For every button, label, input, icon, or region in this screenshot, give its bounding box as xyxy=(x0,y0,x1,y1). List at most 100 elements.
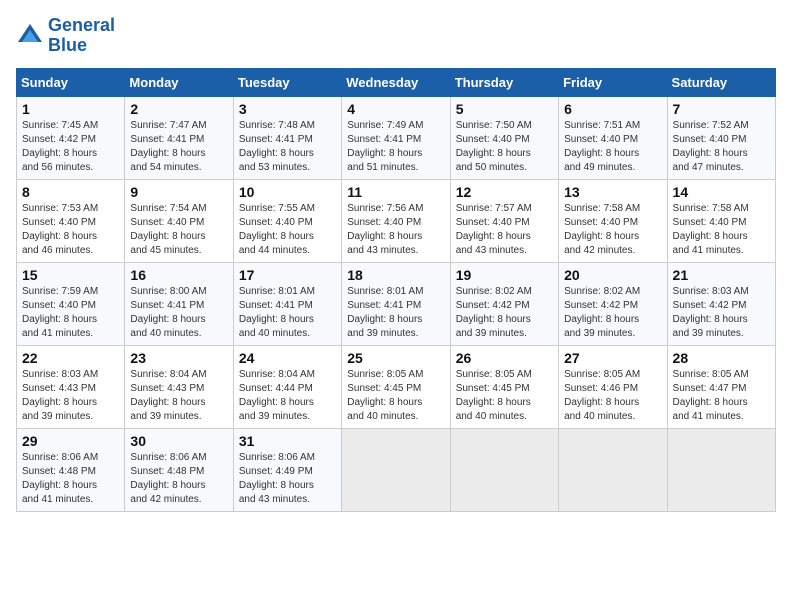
day-info: Sunrise: 8:05 AMSunset: 4:46 PMDaylight:… xyxy=(564,368,661,424)
weekday-header-thursday: Thursday xyxy=(450,68,558,96)
weekday-header-row: SundayMondayTuesdayWednesdayThursdayFrid… xyxy=(17,68,776,96)
weekday-header-friday: Friday xyxy=(559,68,667,96)
calendar-week-1: 8 Sunrise: 7:53 AMSunset: 4:40 PMDaylight… xyxy=(17,179,776,262)
day-number: 4 xyxy=(347,101,444,117)
day-number: 31 xyxy=(239,433,336,449)
day-info: Sunrise: 8:03 AMSunset: 4:42 PMDaylight:… xyxy=(673,285,770,341)
day-info: Sunrise: 8:01 AMSunset: 4:41 PMDaylight:… xyxy=(347,285,444,341)
day-number: 15 xyxy=(22,267,119,283)
day-info: Sunrise: 7:49 AMSunset: 4:41 PMDaylight:… xyxy=(347,119,444,175)
day-info: Sunrise: 8:01 AMSunset: 4:41 PMDaylight:… xyxy=(239,285,336,341)
day-number: 16 xyxy=(130,267,227,283)
day-info: Sunrise: 8:05 AMSunset: 4:47 PMDaylight:… xyxy=(673,368,770,424)
calendar-cell-empty xyxy=(559,428,667,511)
calendar-cell-27: 27Sunrise: 8:05 AMSunset: 4:46 PMDayligh… xyxy=(559,345,667,428)
weekday-header-saturday: Saturday xyxy=(667,68,775,96)
day-info: Sunrise: 8:06 AMSunset: 4:48 PMDaylight:… xyxy=(22,451,119,507)
calendar-cell-19: 19 Sunrise: 8:02 AMSunset: 4:42 PMDayligh… xyxy=(450,262,558,345)
weekday-header-wednesday: Wednesday xyxy=(342,68,450,96)
calendar-cell-1: 1Sunrise: 7:45 AMSunset: 4:42 PMDaylight… xyxy=(17,96,125,179)
day-number: 5 xyxy=(456,101,553,117)
day-number: 3 xyxy=(239,101,336,117)
day-number: 11 xyxy=(347,184,444,200)
logo-text: GeneralBlue xyxy=(48,16,115,56)
day-info: Sunrise: 8:04 AMSunset: 4:43 PMDaylight:… xyxy=(130,368,227,424)
calendar-cell-28: 28 Sunrise: 8:05 AMSunset: 4:47 PMDayligh… xyxy=(667,345,775,428)
calendar-cell-2: 2Sunrise: 7:47 AMSunset: 4:41 PMDaylight… xyxy=(125,96,233,179)
day-info: Sunrise: 7:48 AMSunset: 4:41 PMDaylight:… xyxy=(239,119,336,175)
calendar-cell-9: 9 Sunrise: 7:54 AMSunset: 4:40 PMDaylight… xyxy=(125,179,233,262)
day-number: 19 xyxy=(456,267,553,283)
day-number: 23 xyxy=(130,350,227,366)
day-number: 20 xyxy=(564,267,661,283)
day-info: Sunrise: 7:50 AMSunset: 4:40 PMDaylight:… xyxy=(456,119,553,175)
calendar-cell-3: 3 Sunrise: 7:48 AMSunset: 4:41 PMDaylight… xyxy=(233,96,341,179)
calendar-cell-5: 5 Sunrise: 7:50 AMSunset: 4:40 PMDaylight… xyxy=(450,96,558,179)
calendar-cell-26: 26 Sunrise: 8:05 AMSunset: 4:45 PMDayligh… xyxy=(450,345,558,428)
day-info: Sunrise: 8:06 AMSunset: 4:48 PMDaylight:… xyxy=(130,451,227,507)
day-info: Sunrise: 7:55 AMSunset: 4:40 PMDaylight:… xyxy=(239,202,336,258)
calendar-cell-23: 23 Sunrise: 8:04 AMSunset: 4:43 PMDayligh… xyxy=(125,345,233,428)
day-number: 30 xyxy=(130,433,227,449)
calendar-week-4: 29 Sunrise: 8:06 AMSunset: 4:48 PMDayligh… xyxy=(17,428,776,511)
day-info: Sunrise: 7:59 AMSunset: 4:40 PMDaylight:… xyxy=(22,285,119,341)
day-info: Sunrise: 8:06 AMSunset: 4:49 PMDaylight:… xyxy=(239,451,336,507)
calendar-cell-13: 13 Sunrise: 7:58 AMSunset: 4:40 PMDayligh… xyxy=(559,179,667,262)
day-info: Sunrise: 8:05 AMSunset: 4:45 PMDaylight:… xyxy=(456,368,553,424)
day-number: 18 xyxy=(347,267,444,283)
weekday-header-monday: Monday xyxy=(125,68,233,96)
day-number: 7 xyxy=(673,101,770,117)
calendar-cell-empty xyxy=(667,428,775,511)
day-info: Sunrise: 8:02 AMSunset: 4:42 PMDaylight:… xyxy=(564,285,661,341)
calendar-cell-29: 29 Sunrise: 8:06 AMSunset: 4:48 PMDayligh… xyxy=(17,428,125,511)
day-number: 14 xyxy=(673,184,770,200)
day-info: Sunrise: 7:56 AMSunset: 4:40 PMDaylight:… xyxy=(347,202,444,258)
calendar-cell-24: 24 Sunrise: 8:04 AMSunset: 4:44 PMDayligh… xyxy=(233,345,341,428)
day-info: Sunrise: 8:04 AMSunset: 4:44 PMDaylight:… xyxy=(239,368,336,424)
calendar-cell-18: 18 Sunrise: 8:01 AMSunset: 4:41 PMDayligh… xyxy=(342,262,450,345)
calendar-cell-empty xyxy=(342,428,450,511)
calendar-cell-20: 20 Sunrise: 8:02 AMSunset: 4:42 PMDayligh… xyxy=(559,262,667,345)
logo: GeneralBlue xyxy=(16,16,115,56)
day-number: 26 xyxy=(456,350,553,366)
calendar-cell-8: 8 Sunrise: 7:53 AMSunset: 4:40 PMDaylight… xyxy=(17,179,125,262)
day-number: 25 xyxy=(347,350,444,366)
day-number: 9 xyxy=(130,184,227,200)
calendar-cell-16: 16 Sunrise: 8:00 AMSunset: 4:41 PMDayligh… xyxy=(125,262,233,345)
day-info: Sunrise: 7:54 AMSunset: 4:40 PMDaylight:… xyxy=(130,202,227,258)
calendar-cell-10: 10 Sunrise: 7:55 AMSunset: 4:40 PMDayligh… xyxy=(233,179,341,262)
day-number: 29 xyxy=(22,433,119,449)
day-number: 21 xyxy=(673,267,770,283)
day-info: Sunrise: 8:02 AMSunset: 4:42 PMDaylight:… xyxy=(456,285,553,341)
day-info: Sunrise: 7:57 AMSunset: 4:40 PMDaylight:… xyxy=(456,202,553,258)
day-info: Sunrise: 8:03 AMSunset: 4:43 PMDaylight:… xyxy=(22,368,119,424)
calendar-cell-21: 21 Sunrise: 8:03 AMSunset: 4:42 PMDayligh… xyxy=(667,262,775,345)
day-info: Sunrise: 7:53 AMSunset: 4:40 PMDaylight:… xyxy=(22,202,119,258)
calendar-table: SundayMondayTuesdayWednesdayThursdayFrid… xyxy=(16,68,776,512)
day-info: Sunrise: 7:52 AMSunset: 4:40 PMDaylight:… xyxy=(673,119,770,175)
day-info: Sunrise: 7:47 AMSunset: 4:41 PMDaylight:… xyxy=(130,119,227,175)
day-info: Sunrise: 7:45 AMSunset: 4:42 PMDaylight:… xyxy=(22,119,119,175)
weekday-header-sunday: Sunday xyxy=(17,68,125,96)
day-number: 13 xyxy=(564,184,661,200)
logo-icon xyxy=(16,22,44,50)
calendar-cell-25: 25Sunrise: 8:05 AMSunset: 4:45 PMDayligh… xyxy=(342,345,450,428)
day-info: Sunrise: 8:00 AMSunset: 4:41 PMDaylight:… xyxy=(130,285,227,341)
day-number: 6 xyxy=(564,101,661,117)
day-info: Sunrise: 7:58 AMSunset: 4:40 PMDaylight:… xyxy=(564,202,661,258)
calendar-cell-7: 7 Sunrise: 7:52 AMSunset: 4:40 PMDaylight… xyxy=(667,96,775,179)
calendar-week-2: 15 Sunrise: 7:59 AMSunset: 4:40 PMDayligh… xyxy=(17,262,776,345)
calendar-cell-15: 15 Sunrise: 7:59 AMSunset: 4:40 PMDayligh… xyxy=(17,262,125,345)
day-number: 17 xyxy=(239,267,336,283)
day-number: 24 xyxy=(239,350,336,366)
weekday-header-tuesday: Tuesday xyxy=(233,68,341,96)
page-header: GeneralBlue xyxy=(16,16,776,56)
day-number: 10 xyxy=(239,184,336,200)
day-info: Sunrise: 7:51 AMSunset: 4:40 PMDaylight:… xyxy=(564,119,661,175)
day-number: 28 xyxy=(673,350,770,366)
calendar-cell-empty xyxy=(450,428,558,511)
calendar-cell-12: 12Sunrise: 7:57 AMSunset: 4:40 PMDayligh… xyxy=(450,179,558,262)
calendar-cell-6: 6 Sunrise: 7:51 AMSunset: 4:40 PMDaylight… xyxy=(559,96,667,179)
day-number: 8 xyxy=(22,184,119,200)
calendar-cell-11: 11 Sunrise: 7:56 AMSunset: 4:40 PMDayligh… xyxy=(342,179,450,262)
